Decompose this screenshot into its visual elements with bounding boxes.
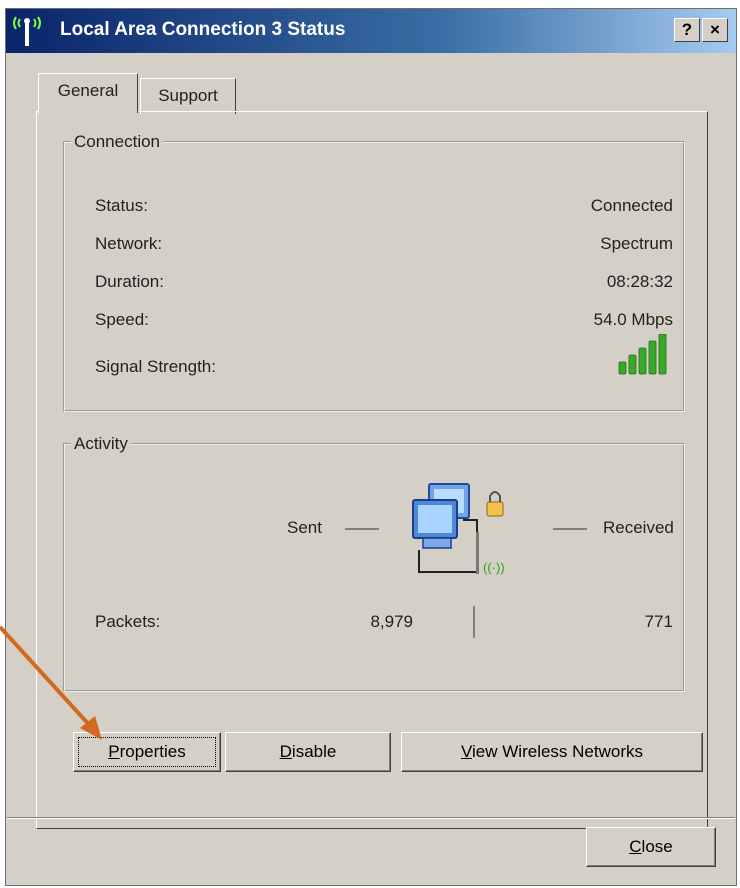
disable-button[interactable]: Disable [225,732,391,772]
tab-support[interactable]: Support [140,78,236,114]
tab-support-label: Support [158,86,218,105]
sent-label: Sent [287,518,322,537]
network-value: Spectrum [600,234,673,253]
close-window-button[interactable]: × [702,18,728,42]
connection-group: Connection Status: Connected Network: Sp… [63,132,685,412]
window-title: Local Area Connection 3 Status [60,19,346,40]
activity-legend: Activity [74,434,128,453]
packets-label: Packets: [95,612,161,631]
network-label: Network: [95,234,163,253]
sent-line [345,528,379,530]
packets-sent-value: 8,979 [370,612,413,631]
footer-divider [7,817,735,819]
title-bar[interactable]: Local Area Connection 3 Status ? × [6,9,736,53]
signal-bar [628,354,637,375]
status-label: Status: [95,196,148,215]
disable-label-key: D [279,742,292,761]
status-dialog: Local Area Connection 3 Status ? × Gener… [5,8,737,886]
connection-legend: Connection [74,132,161,151]
signal-strength-label: Signal Strength: [95,357,216,376]
close-label-post: lose [641,837,673,856]
received-label: Received [603,518,674,537]
close-button[interactable]: Close [586,827,716,867]
network-computers-icon: ((·)) [412,483,505,575]
signal-bar [658,334,667,375]
status-value: Connected [590,196,673,215]
duration-value: 08:28:32 [606,272,673,291]
close-label-key: C [629,837,642,856]
signal-bars-icon [618,334,667,375]
received-line [553,528,587,530]
duration-label: Duration: [95,272,164,291]
help-button[interactable]: ? [674,18,700,42]
signal-bar [648,340,657,375]
tab-general-label: General [57,81,119,100]
view-wireless-label-key: V [460,742,473,761]
disable-label-post: isable [291,742,337,761]
view-wireless-label-post: iew Wireless Networks [472,742,644,761]
activity-group: Activity Sent ((·)) Received Packets: 8,… [63,434,685,692]
packets-received-value: 771 [644,612,673,631]
signal-bar [638,347,647,375]
packets-divider [473,606,475,638]
properties-button[interactable]: Properties [73,732,221,772]
properties-label-key: P [108,742,120,761]
svg-text:((·)): ((·)) [483,560,505,575]
speed-label: Speed: [95,310,149,329]
general-tab-panel: Connection Status: Connected Network: Sp… [36,111,708,829]
view-wireless-networks-button[interactable]: View Wireless Networks [401,732,703,772]
tab-general[interactable]: General [38,73,138,113]
wireless-signal-icon [13,16,41,46]
speed-value: 54.0 Mbps [593,310,673,329]
properties-label-post: roperties [119,742,186,761]
signal-bar [618,361,627,375]
